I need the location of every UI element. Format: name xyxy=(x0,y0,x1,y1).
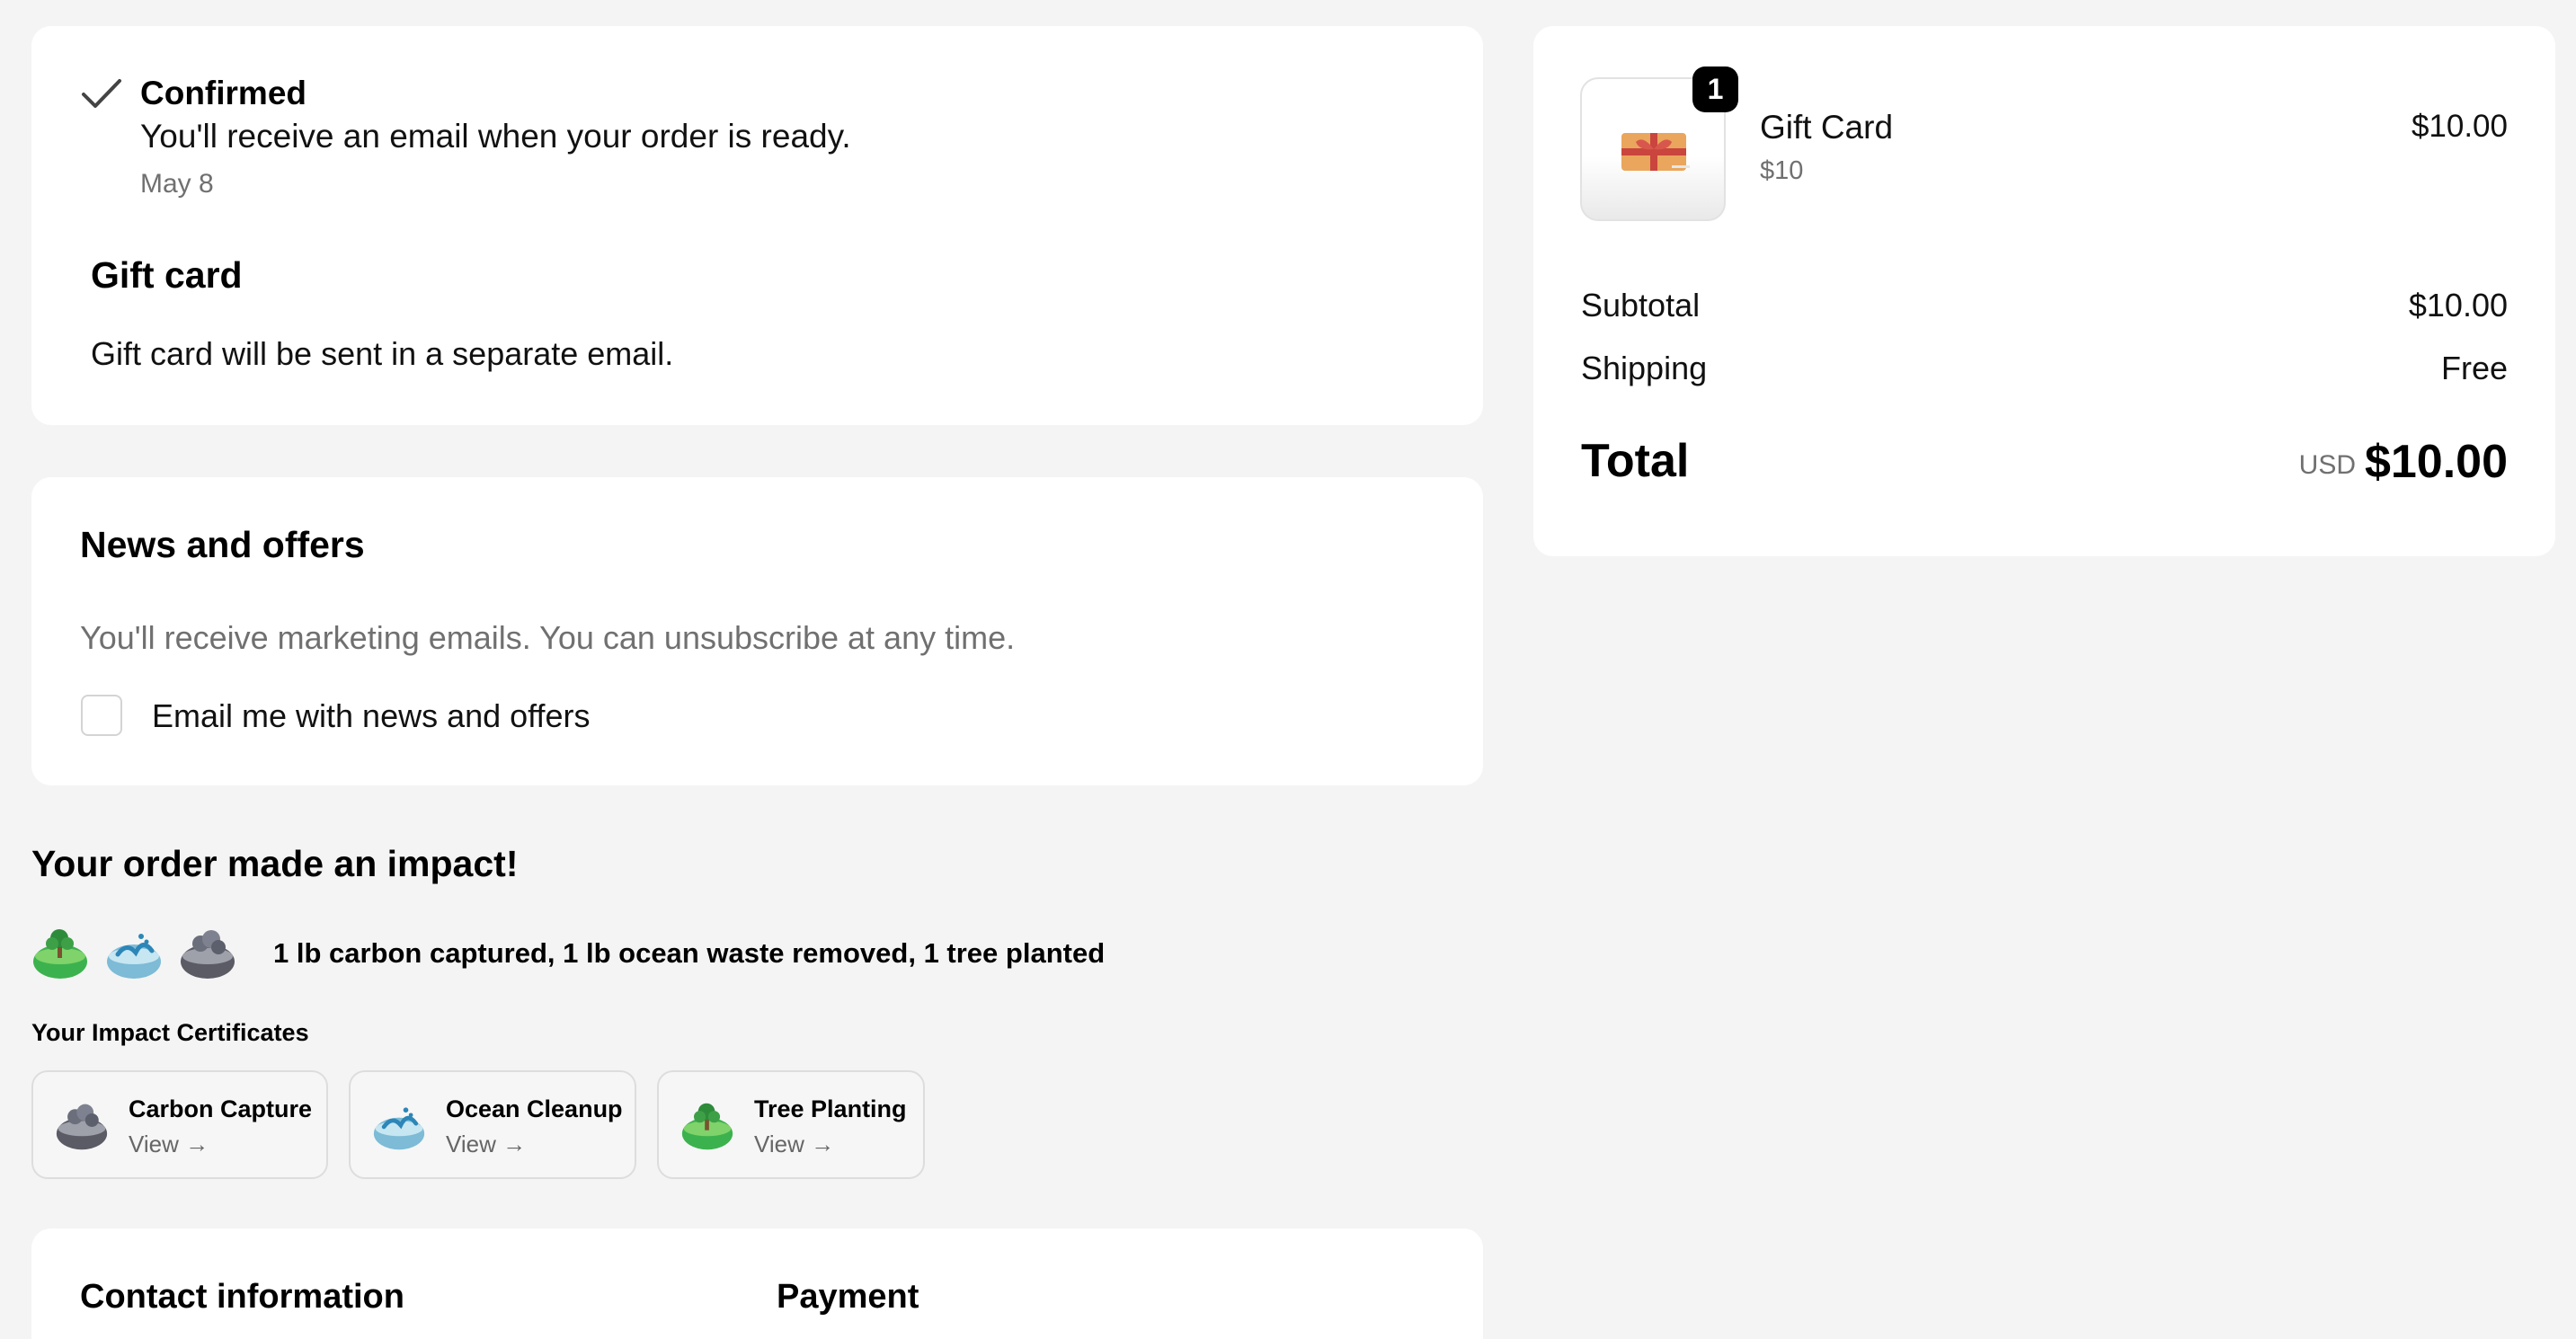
total-currency: USD xyxy=(2298,450,2356,480)
product-name: Gift Card xyxy=(1760,109,1894,146)
certificates-label: Your Impact Certificates xyxy=(31,1019,309,1046)
certificate-view-link[interactable]: View → xyxy=(446,1131,526,1158)
certificate-name: Ocean Cleanup xyxy=(446,1095,623,1122)
gift-card-text: Gift card will be sent in a separate ema… xyxy=(91,335,674,372)
product-variant: $10 xyxy=(1760,156,1804,185)
payment-heading: Payment xyxy=(777,1278,919,1316)
tree-planting-icon xyxy=(681,1103,733,1150)
certificate-name: Tree Planting xyxy=(754,1095,907,1122)
news-offers-card: News and offers You'll receive marketing… xyxy=(31,477,1483,785)
certificate-carbon-capture[interactable]: Carbon Capture View → xyxy=(31,1070,328,1179)
impact-summary: 1 lb carbon captured, 1 lb ocean waste r… xyxy=(273,937,1106,969)
certificate-name: Carbon Capture xyxy=(129,1095,313,1122)
checkmark-icon xyxy=(82,79,121,108)
certificate-tree-planting[interactable]: Tree Planting View → xyxy=(657,1070,925,1179)
ocean-cleanup-icon xyxy=(107,934,161,979)
status-message: You'll receive an email when your order … xyxy=(140,118,851,155)
news-description: You'll receive marketing emails. You can… xyxy=(80,619,1016,656)
certificate-view-link[interactable]: View → xyxy=(129,1131,209,1158)
shipping-label: Shipping xyxy=(1581,350,1708,386)
impact-icons xyxy=(31,926,236,981)
news-checkbox-label[interactable]: Email me with news and offers xyxy=(152,697,591,735)
news-heading: News and offers xyxy=(80,524,365,565)
quantity-badge: 1 xyxy=(1692,67,1738,112)
subtotal-value: $10.00 xyxy=(2408,287,2508,324)
carbon-capture-icon xyxy=(56,1104,108,1150)
total-value: $10.00 xyxy=(2364,436,2508,488)
news-checkbox[interactable] xyxy=(81,695,122,736)
order-status-card: Confirmed You'll receive an email when y… xyxy=(31,26,1483,425)
tree-planting-icon xyxy=(33,929,87,979)
subtotal-label: Subtotal xyxy=(1581,287,1701,324)
product-price: $10.00 xyxy=(2411,109,2508,144)
certificate-view-link[interactable]: View → xyxy=(754,1131,834,1158)
certificate-ocean-cleanup[interactable]: Ocean Cleanup View → xyxy=(349,1070,636,1179)
ocean-cleanup-icon xyxy=(373,1107,425,1150)
contact-heading: Contact information xyxy=(80,1278,404,1316)
gift-box-icon xyxy=(1621,133,1690,171)
status-title: Confirmed xyxy=(140,75,306,111)
contact-payment-card: Contact information Payment xyxy=(31,1228,1483,1339)
impact-heading: Your order made an impact! xyxy=(31,843,519,884)
gift-card-heading: Gift card xyxy=(91,254,243,296)
shipping-value: Free xyxy=(2440,350,2508,386)
status-date: May 8 xyxy=(140,169,214,199)
order-summary-card: 1 Gift Card $10 $10.00 Subtotal $10.00 S… xyxy=(1533,26,2555,556)
total-label: Total xyxy=(1581,435,1690,487)
carbon-capture-icon xyxy=(181,930,235,979)
